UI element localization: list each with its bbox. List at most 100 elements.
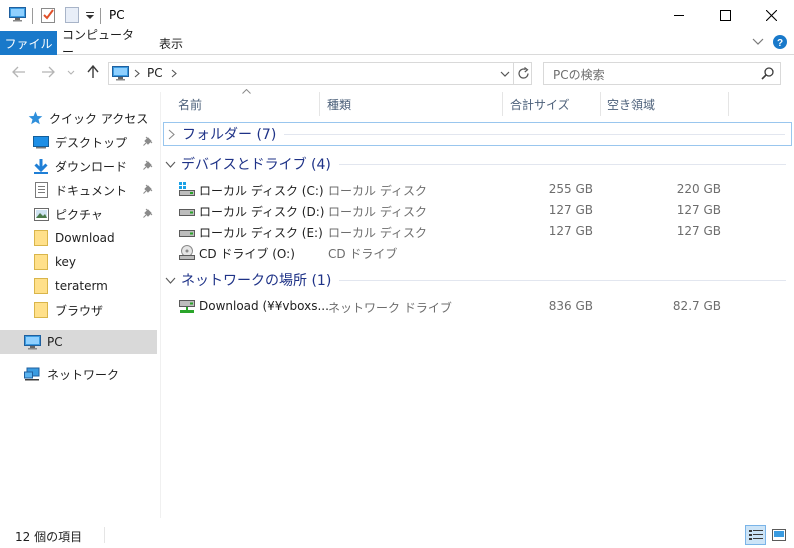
search-input[interactable]: PCの検索: [553, 66, 605, 83]
pin-icon[interactable]: [143, 136, 153, 146]
item-type: ローカル ディスク: [328, 184, 427, 198]
details-view-icon: [748, 529, 763, 541]
close-icon: [765, 10, 777, 21]
nav-label: key: [55, 255, 77, 269]
pin-icon[interactable]: [143, 208, 153, 218]
group-header-network[interactable]: ネットワークの場所 (1): [163, 268, 792, 292]
nav-label: teraterm: [55, 279, 108, 293]
computer-icon: [24, 334, 41, 350]
tab-file[interactable]: ファイル: [0, 31, 57, 55]
nav-pc[interactable]: PC: [0, 330, 157, 354]
back-button[interactable]: [12, 66, 26, 78]
item-name: ローカル ディスク (C:): [199, 184, 324, 198]
details-view-button[interactable]: [745, 525, 766, 545]
address-bar[interactable]: PC: [108, 62, 532, 85]
computer-icon: [112, 66, 129, 81]
group-label: フォルダー (7): [182, 127, 277, 143]
list-item-drive-d[interactable]: ローカル ディスク (D:) ローカル ディスク 127 GB 127 GB: [163, 200, 792, 221]
list-item-drive-e[interactable]: ローカル ディスク (E:) ローカル ディスク 127 GB 127 GB: [163, 221, 792, 242]
refresh-icon: [517, 67, 530, 80]
document-icon: [33, 182, 49, 198]
properties-check-icon[interactable]: [41, 7, 56, 23]
pin-icon[interactable]: [143, 160, 153, 170]
customize-dropdown-icon[interactable]: [86, 12, 94, 19]
forward-button[interactable]: [41, 66, 55, 78]
nav-label: PC: [47, 335, 63, 349]
group-divider: [338, 163, 786, 165]
forward-arrow-icon: [41, 66, 55, 78]
up-button[interactable]: [87, 65, 99, 79]
folder-icon: [33, 278, 49, 294]
large-icons-view-button[interactable]: [769, 526, 788, 544]
nav-item-folder-teraterm[interactable]: teraterm: [0, 274, 157, 298]
item-free-space: 127 GB: [676, 203, 721, 217]
nav-network[interactable]: ネットワーク: [0, 362, 157, 386]
chevron-down-icon: [163, 161, 177, 168]
breadcrumb-separator-icon[interactable]: [171, 69, 177, 78]
item-free-space: 127 GB: [676, 224, 721, 238]
refresh-button[interactable]: [517, 67, 530, 80]
column-divider[interactable]: [600, 92, 601, 116]
address-history-dropdown[interactable]: [500, 71, 510, 77]
group-label: ネットワークの場所 (1): [181, 273, 332, 289]
column-header-total-size[interactable]: 合計サイズ: [510, 93, 600, 115]
nav-item-folder-browser[interactable]: ブラウザ: [0, 298, 157, 322]
search-box[interactable]: PCの検索: [543, 62, 781, 85]
column-header-name[interactable]: 名前: [178, 93, 318, 115]
column-header-type[interactable]: 種類: [327, 93, 497, 115]
column-divider[interactable]: [319, 92, 320, 116]
group-header-devices[interactable]: デバイスとドライブ (4): [163, 152, 792, 176]
breadcrumb-separator-icon[interactable]: [134, 69, 140, 78]
column-header-free-space[interactable]: 空き領域: [607, 93, 727, 115]
maximize-button[interactable]: [702, 0, 748, 31]
nav-quick-access[interactable]: クイック アクセス: [0, 106, 157, 130]
nav-label: クイック アクセス: [49, 111, 149, 126]
nav-item-pictures[interactable]: ピクチャ: [0, 202, 157, 226]
item-name: Download (¥¥vboxs...: [199, 299, 329, 313]
nav-label: ネットワーク: [47, 367, 120, 382]
pin-icon[interactable]: [143, 184, 153, 194]
help-button[interactable]: ?: [773, 35, 787, 49]
new-folder-icon[interactable]: [65, 7, 79, 23]
nav-label: デスクトップ: [55, 135, 128, 150]
recent-locations-button[interactable]: [67, 70, 75, 75]
breadcrumb-pc[interactable]: PC: [147, 66, 163, 80]
tab-computer[interactable]: コンピューター: [62, 28, 144, 59]
expand-ribbon-button[interactable]: [752, 38, 764, 46]
list-item-cd-drive[interactable]: CD ドライブ (O:) CD ドライブ: [163, 242, 792, 263]
up-arrow-icon: [87, 65, 99, 79]
toolbar-separator: [32, 8, 33, 24]
nav-label: ブラウザ: [55, 303, 104, 318]
group-divider: [339, 279, 786, 281]
column-divider[interactable]: [728, 92, 729, 116]
column-divider[interactable]: [502, 92, 503, 116]
folder-icon: [33, 302, 49, 318]
item-total-size: 127 GB: [548, 224, 593, 238]
chevron-down-icon: [163, 277, 177, 284]
nav-item-folder-key[interactable]: key: [0, 250, 157, 274]
nav-item-folder-download[interactable]: Download: [0, 226, 157, 250]
item-type: ローカル ディスク: [328, 226, 427, 240]
item-free-space: 220 GB: [676, 182, 721, 196]
nav-item-desktop[interactable]: デスクトップ: [0, 130, 157, 154]
star-icon: [27, 110, 43, 126]
nav-item-documents[interactable]: ドキュメント: [0, 178, 157, 202]
item-type: CD ドライブ: [328, 247, 398, 261]
computer-icon[interactable]: [9, 7, 26, 22]
item-name: ローカル ディスク (D:): [199, 205, 325, 219]
list-item-drive-c[interactable]: ローカル ディスク (C:) ローカル ディスク 255 GB 220 GB: [163, 179, 792, 200]
list-item-network-drive[interactable]: Download (¥¥vboxs... ネットワーク ドライブ 836 GB …: [163, 296, 792, 317]
search-icon[interactable]: [761, 67, 774, 80]
close-button[interactable]: [748, 0, 794, 31]
item-name: CD ドライブ (O:): [199, 247, 295, 261]
nav-label: ピクチャ: [55, 207, 103, 222]
chevron-right-icon: [164, 129, 178, 140]
item-type: ネットワーク ドライブ: [328, 301, 452, 315]
folder-icon: [33, 230, 49, 246]
chevron-down-icon: [67, 70, 75, 75]
minimize-button[interactable]: [656, 0, 702, 31]
nav-item-downloads[interactable]: ダウンロード: [0, 154, 157, 178]
group-header-folders[interactable]: フォルダー (7): [163, 122, 792, 146]
tab-view[interactable]: 表示: [148, 31, 194, 55]
folder-icon: [33, 254, 49, 270]
